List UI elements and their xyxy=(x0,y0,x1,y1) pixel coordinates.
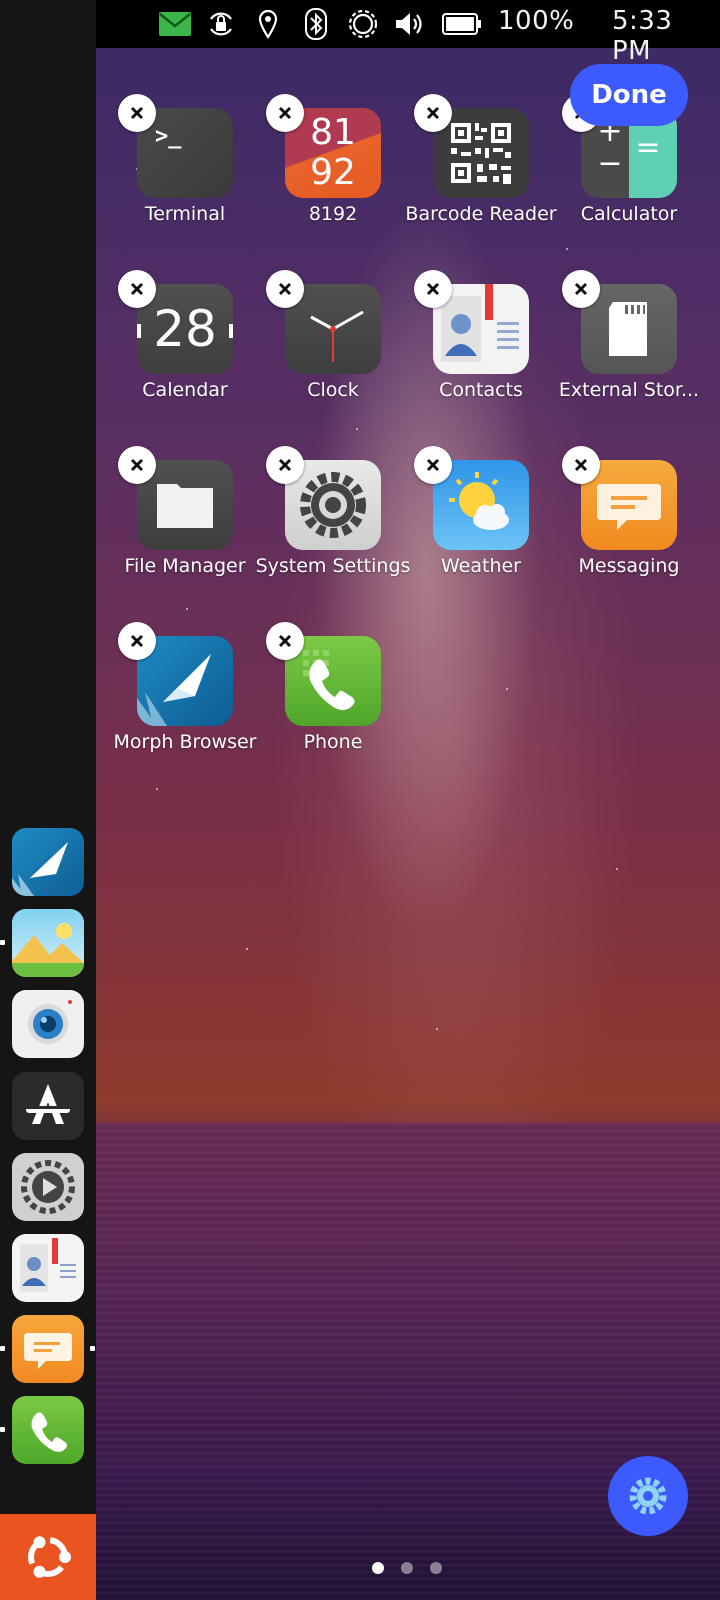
rotation-lock-icon xyxy=(204,8,238,40)
remove-button[interactable] xyxy=(266,94,304,132)
close-icon xyxy=(130,282,144,296)
app-label: Barcode Reader xyxy=(405,203,557,225)
remove-button[interactable] xyxy=(414,446,452,484)
remove-button[interactable] xyxy=(266,270,304,308)
app-clock[interactable]: Clock xyxy=(258,270,408,426)
launcher-item-camera[interactable] xyxy=(12,990,84,1058)
focused-indicator xyxy=(90,1346,95,1351)
messaging-icon xyxy=(24,1333,72,1369)
calendar-day: 28 xyxy=(153,300,217,358)
volume-icon xyxy=(392,8,426,40)
app-calendar[interactable]: 28 Calendar xyxy=(110,270,260,426)
app-file-manager[interactable]: File Manager xyxy=(110,446,260,602)
app-label: Weather xyxy=(441,555,521,577)
settings-button[interactable] xyxy=(608,1456,688,1536)
remove-button[interactable] xyxy=(562,446,600,484)
location-icon xyxy=(251,8,285,40)
camera-icon xyxy=(28,1000,72,1044)
brightness-icon xyxy=(346,8,380,40)
app-label: Phone xyxy=(303,731,363,753)
app-messaging[interactable]: Messaging xyxy=(554,446,704,602)
message-icon xyxy=(158,8,192,40)
close-icon xyxy=(574,282,588,296)
ubuntu-logo-icon xyxy=(26,1535,71,1579)
running-indicator xyxy=(0,1346,5,1351)
app-label: Clock xyxy=(307,379,359,401)
close-icon xyxy=(130,634,144,648)
launcher-item-messaging[interactable] xyxy=(12,1315,84,1383)
done-button[interactable]: Done xyxy=(570,64,688,126)
close-icon xyxy=(130,458,144,472)
app-contacts[interactable]: Contacts xyxy=(406,270,556,426)
running-indicator xyxy=(0,940,5,945)
app-label: Contacts xyxy=(439,379,523,401)
close-icon xyxy=(278,458,292,472)
app-8192[interactable]: 81 92 8192 xyxy=(258,94,408,250)
app-label: Calendar xyxy=(142,379,228,401)
calc-minus: − xyxy=(597,146,623,181)
phone-icon xyxy=(31,1412,67,1452)
app-terminal[interactable]: >_ Terminal xyxy=(110,94,260,250)
app-label: System Settings xyxy=(255,555,411,577)
close-icon xyxy=(278,634,292,648)
status-bar[interactable]: 100% 5:33 PM xyxy=(96,0,720,66)
ubuntu-home-button[interactable] xyxy=(0,1514,96,1600)
remove-button[interactable] xyxy=(266,446,304,484)
battery-percent: 100% xyxy=(498,6,575,36)
contacts-icon xyxy=(20,1238,76,1292)
remove-button[interactable] xyxy=(118,94,156,132)
gear-icon xyxy=(629,1477,667,1515)
app-label: External Stor... xyxy=(558,379,700,401)
launcher-item-gallery[interactable] xyxy=(12,909,84,977)
launcher-item-contacts[interactable] xyxy=(12,1234,84,1302)
close-icon xyxy=(130,106,144,120)
app-label: 8192 xyxy=(308,203,358,225)
close-icon xyxy=(278,282,292,296)
launcher-item-media-player[interactable] xyxy=(12,1153,84,1221)
gallery-icon xyxy=(12,909,84,977)
app-external-storage[interactable]: External Stor... xyxy=(554,270,704,426)
app-label: Terminal xyxy=(144,203,226,225)
bluetooth-icon xyxy=(299,8,333,40)
app-label: File Manager xyxy=(124,555,246,577)
close-icon xyxy=(426,282,440,296)
close-icon xyxy=(426,458,440,472)
app-morph-browser[interactable]: Morph Browser xyxy=(110,622,260,778)
page-dot[interactable] xyxy=(401,1562,413,1574)
remove-button[interactable] xyxy=(562,270,600,308)
remove-button[interactable] xyxy=(414,94,452,132)
game-bottom-number: 92 xyxy=(310,152,356,193)
remove-button[interactable] xyxy=(118,446,156,484)
calc-equals: = xyxy=(635,130,661,165)
running-indicator xyxy=(0,1427,5,1432)
launcher-item-phone[interactable] xyxy=(12,1396,84,1464)
app-barcode-reader[interactable]: Barcode Reader xyxy=(405,94,557,250)
page-dot-active[interactable] xyxy=(372,1562,384,1574)
app-store-icon xyxy=(26,1084,70,1124)
app-label: Morph Browser xyxy=(113,731,257,753)
page-dot[interactable] xyxy=(430,1562,442,1574)
app-phone[interactable]: Phone xyxy=(258,622,408,778)
launcher-item-morph-browser[interactable] xyxy=(12,828,84,896)
app-system-settings[interactable]: System Settings xyxy=(256,446,410,602)
media-player-icon xyxy=(21,1160,75,1214)
remove-button[interactable] xyxy=(118,622,156,660)
remove-button[interactable] xyxy=(266,622,304,660)
close-icon xyxy=(574,458,588,472)
remove-button[interactable] xyxy=(118,270,156,308)
app-weather[interactable]: Weather xyxy=(406,446,556,602)
launcher xyxy=(0,0,96,1600)
remove-button[interactable] xyxy=(414,270,452,308)
close-icon xyxy=(278,106,292,120)
terminal-prompt: >_ xyxy=(155,124,182,149)
app-label: Calculator xyxy=(580,203,678,225)
launcher-item-app-store[interactable] xyxy=(12,1072,84,1140)
battery-icon xyxy=(440,8,484,40)
app-label: Messaging xyxy=(578,555,680,577)
close-icon xyxy=(426,106,440,120)
morph-browser-icon xyxy=(12,842,68,896)
clock-time: 5:33 PM xyxy=(612,6,673,66)
